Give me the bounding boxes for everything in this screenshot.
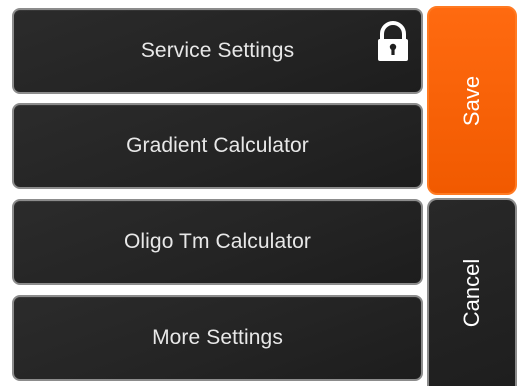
gradient-calculator-button[interactable]: Gradient Calculator: [12, 103, 423, 189]
oligo-tm-calculator-button[interactable]: Oligo Tm Calculator: [12, 199, 423, 285]
cancel-label: Cancel: [458, 258, 484, 328]
more-settings-button[interactable]: More Settings: [12, 295, 423, 381]
settings-screen: Service Settings Gradient Calculator Oli…: [0, 0, 522, 386]
oligo-tm-calculator-label: Oligo Tm Calculator: [123, 230, 312, 253]
save-button[interactable]: Save: [427, 6, 517, 195]
cancel-button[interactable]: Cancel: [427, 198, 517, 386]
lock-icon: [378, 21, 408, 61]
service-settings-label: Service Settings: [140, 39, 295, 62]
more-settings-label: More Settings: [152, 326, 283, 349]
save-label: Save: [459, 75, 484, 126]
gradient-calculator-label: Gradient Calculator: [126, 134, 309, 157]
service-settings-button[interactable]: Service Settings: [12, 8, 423, 94]
